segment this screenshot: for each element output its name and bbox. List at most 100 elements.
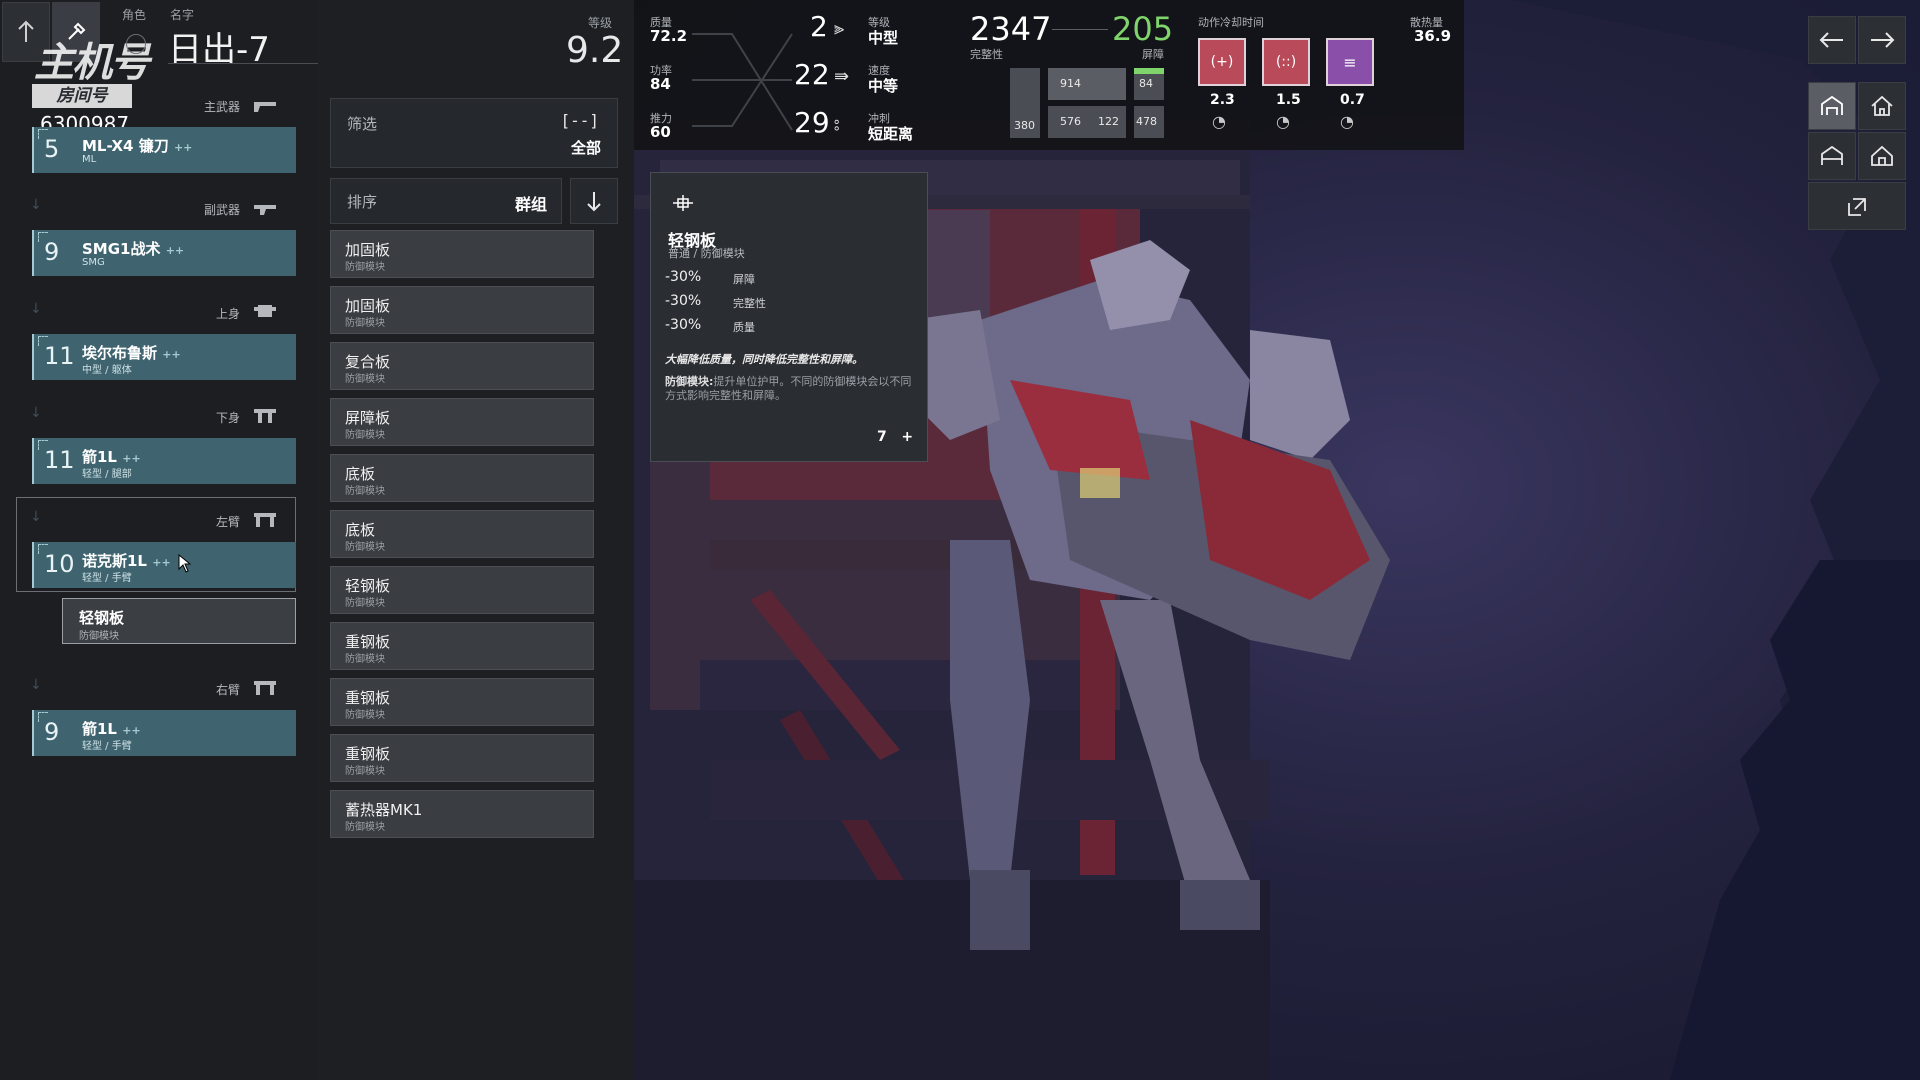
hangar-icon: [1821, 95, 1843, 115]
sort-direction-button[interactable]: [570, 178, 618, 224]
slot-part-type: 中型 / 躯体: [82, 365, 132, 376]
module-name: 屏障板: [345, 409, 391, 427]
slot-card-right-arm[interactable]: 9 箭1L ++ 轻型 / 手臂: [32, 710, 296, 756]
shield-bar-top: 84: [1134, 68, 1164, 100]
part-name-text: 埃尔布鲁斯: [82, 344, 158, 362]
module-list-item[interactable]: 重钢板 防御模块: [330, 622, 594, 670]
module-type: 防御模块: [345, 822, 385, 833]
view-front-button[interactable]: [1808, 82, 1856, 130]
arm-icon: [254, 681, 276, 695]
filter-bracket-icon: [--]: [560, 111, 599, 130]
speed-icon: ⇛: [834, 66, 850, 87]
module-shield-icon: [673, 195, 693, 211]
upgrade-marker: ++: [165, 244, 185, 257]
prev-button[interactable]: [1808, 16, 1856, 64]
slot-part-type: 轻型 / 手臂: [82, 741, 132, 752]
owned-count: 7 +: [877, 429, 913, 445]
slot-card-torso[interactable]: 11 埃尔布鲁斯 ++ 中型 / 躯体: [32, 334, 296, 380]
next-button[interactable]: [1858, 16, 1906, 64]
view-back-button[interactable]: [1858, 132, 1906, 180]
integrity-shield-divider: [1052, 29, 1108, 30]
level-value: 9.2: [566, 30, 624, 71]
module-type: 防御模块: [345, 262, 385, 273]
slot-card-main-weapon[interactable]: 5 ML-X4 镰刀 ++ ML: [32, 127, 296, 173]
slot-part-name: 诺克斯1L ++: [82, 550, 171, 571]
thrust-value: 60: [650, 123, 671, 141]
note-label: 防御模块:: [665, 375, 714, 388]
chevron-down-icon: ↓: [30, 197, 42, 213]
module-list-item[interactable]: 轻钢板 防御模块: [330, 566, 594, 614]
module-type: 防御模块: [345, 318, 385, 329]
level-label: 等级: [588, 16, 613, 30]
arrow-down-icon: [587, 192, 601, 212]
tooltip-description: 大幅降低质量，同时降低完整性和屏障。: [665, 353, 863, 366]
slot-level: 10: [44, 550, 75, 578]
slot-header-sub-weapon: ↓ 副武器: [18, 193, 294, 223]
class-value: 中型: [868, 29, 899, 47]
module-list-item[interactable]: 底板 防御模块: [330, 510, 594, 558]
module-list-item[interactable]: 底板 防御模块: [330, 454, 594, 502]
module-list-item[interactable]: 屏障板 防御模块: [330, 398, 594, 446]
slot-card-sub-weapon[interactable]: 9 SMG1战术 ++ SMG: [32, 230, 296, 276]
module-name: 轻钢板: [345, 577, 391, 595]
slot-level: 9: [44, 718, 60, 746]
legs-icon: [254, 409, 276, 423]
view-home-button[interactable]: [1858, 82, 1906, 130]
filter-dropdown[interactable]: 筛选 [--] 全部: [330, 98, 618, 168]
fullscreen-button[interactable]: [1808, 182, 1906, 230]
module-type: 防御模块: [345, 766, 385, 777]
module-list-item[interactable]: 加固板 防御模块: [330, 230, 594, 278]
upgrade-marker: ++: [162, 348, 181, 361]
stats-bar: 质量 72.2 功率 84 推力 60 2 22 29 ⫸ ⇛ ⦂ 等级 中型 …: [634, 0, 1464, 150]
mouse-cursor-icon: [178, 554, 192, 573]
module-name: 加固板: [345, 297, 391, 315]
slot-category: 下身: [215, 411, 240, 425]
stat-name: 屏障: [733, 273, 755, 286]
ability-2-icon[interactable]: (::): [1262, 38, 1310, 86]
bar-label-576: 576: [1060, 115, 1081, 128]
upgrade-marker: ++: [122, 724, 141, 737]
view-side-button[interactable]: [1808, 132, 1856, 180]
module-name: 底板: [345, 521, 376, 539]
slot-part-name: 箭1L ++: [82, 446, 141, 467]
module-type: 防御模块: [345, 430, 385, 441]
module-list-item[interactable]: 蓄热器MK1 防御模块: [330, 790, 594, 838]
slot-part-type: SMG: [82, 257, 105, 268]
stat-name: 质量: [733, 321, 755, 334]
mech-hangar-scene: [630, 0, 1920, 1080]
equipped-module-card[interactable]: 轻钢板 防御模块: [62, 598, 296, 644]
mech-illustration: [630, 0, 1920, 1080]
dash-rating: 短距离: [868, 125, 914, 143]
arrow-left-icon: [1819, 32, 1843, 48]
module-list-item[interactable]: 重钢板 防御模块: [330, 678, 594, 726]
speed-value: 22: [794, 58, 830, 91]
slot-header-right-arm: ↓ 右臂: [18, 673, 294, 703]
module-list-item[interactable]: 重钢板 防御模块: [330, 734, 594, 782]
part-name-text: SMG1战术: [82, 240, 161, 258]
ability-3-icon[interactable]: ≡: [1326, 38, 1374, 86]
slot-card-legs[interactable]: 11 箭1L ++ 轻型 / 腿部: [32, 438, 296, 484]
module-list-item[interactable]: 加固板 防御模块: [330, 286, 594, 334]
weapon-icon: [254, 102, 276, 112]
slot-category: 主武器: [203, 100, 240, 114]
stat-modifier: -30%: [665, 269, 702, 285]
module-list-item[interactable]: 复合板 防御模块: [330, 342, 594, 390]
ability-1-icon[interactable]: (+): [1198, 38, 1246, 86]
slot-card-left-arm[interactable]: 10 诺克斯1L ++ 轻型 / 手臂: [32, 542, 296, 588]
role-label: 角色: [122, 8, 147, 22]
tooltip-note: 防御模块:提升单位护甲。不同的防御模块会以不同方式影响完整性和屏障。: [665, 375, 919, 403]
integrity-bar-block: 380: [1010, 68, 1040, 138]
slot-category: 右臂: [215, 683, 240, 697]
part-name-text: 箭1L: [82, 448, 117, 466]
chevron-down-icon: ↓: [30, 301, 42, 317]
slot-category: 左臂: [215, 515, 240, 529]
slot-level: 5: [44, 135, 60, 163]
cooldown-2: 1.5: [1276, 92, 1301, 108]
slot-part-type: ML: [82, 154, 97, 165]
count-plus: +: [901, 429, 914, 445]
heat-value: 36.9: [1414, 27, 1452, 45]
sort-dropdown[interactable]: 排序 群组: [330, 178, 562, 224]
weight-icon: ⫸: [834, 18, 845, 39]
module-type: 防御模块: [79, 631, 119, 642]
chevron-down-icon: ↓: [30, 509, 42, 525]
